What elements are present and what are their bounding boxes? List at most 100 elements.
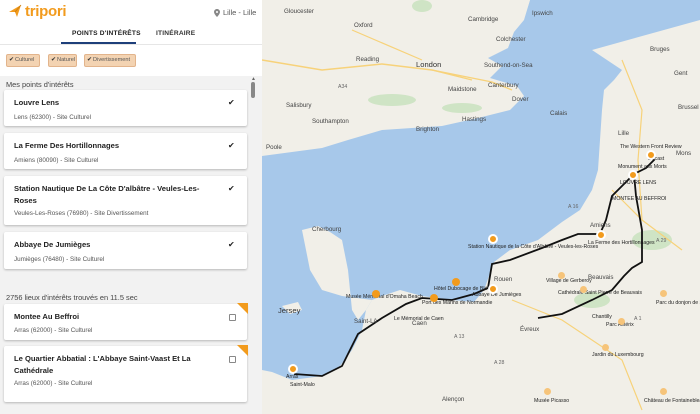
logo[interactable]: tripori [8, 2, 67, 20]
my-poi-card[interactable]: La Ferme Des Hortillonnages Amiens (8009… [4, 133, 247, 169]
poi-checkmark[interactable]: ✔ [228, 184, 235, 193]
map-marker-icon[interactable] [452, 278, 460, 286]
map-road-a16: A 16 [568, 204, 579, 210]
map-poi-station-nautique[interactable]: Station Nautique de la Côte d'Albâtre - … [468, 244, 598, 250]
result-poi-card[interactable]: Le Quartier Abbatial : L'Abbaye Saint-Va… [4, 345, 248, 402]
corner-flag-icon [237, 303, 248, 314]
map-label-cambridge: Cambridge [468, 16, 499, 23]
map-road-a29: A 29 [656, 238, 667, 244]
map-poi-ferme[interactable]: La Ferme des Hortillonnages [588, 240, 655, 246]
my-poi-card[interactable]: Louvre Lens Lens (62300) - Site Culturel… [4, 90, 247, 126]
poi-checkbox[interactable] [229, 314, 236, 321]
map-marker-icon[interactable] [660, 290, 667, 297]
map-poi-picasso[interactable]: Musée Picasso [534, 398, 569, 404]
map-label-maidstone: Maidstone [448, 86, 477, 93]
logo-text: tripori [25, 2, 67, 20]
map-label-colchester: Colchester [496, 36, 526, 43]
corner-flag-icon [237, 345, 248, 356]
map-marker-icon[interactable] [488, 234, 498, 244]
results-summary: 2756 lieux d'intérêts trouvés en 11.5 se… [6, 293, 138, 302]
poi-checkmark[interactable]: ✔ [228, 98, 235, 107]
poi-location: Amiens (80090) - Site Culturel [14, 157, 99, 164]
map-label-southend: Southend-on-Sea [484, 62, 533, 69]
poi-checkbox[interactable] [229, 356, 236, 363]
my-poi-card[interactable]: Station Nautique De La Côte D'albâtre - … [4, 176, 247, 225]
filter-chip-culturel[interactable]: ✔Culturel [6, 54, 40, 67]
scrollbar-thumb[interactable] [251, 82, 255, 98]
top-bar: tripori Lille - Lille POINTS D'INTÉRÊTS … [0, 0, 262, 44]
poi-checkmark[interactable]: ✔ [228, 141, 235, 150]
filter-chip-naturel[interactable]: ✔Naturel [48, 54, 77, 67]
map-pin-icon [214, 8, 220, 17]
map-road-a1: A 1 [634, 316, 642, 322]
map-marker-icon[interactable] [558, 272, 565, 279]
map-marker-icon[interactable] [618, 318, 625, 325]
map-label-lille: Lille [618, 130, 630, 137]
map-marker-icon[interactable] [372, 290, 380, 298]
map-marker-icon[interactable] [602, 344, 609, 351]
filter-label: Culturel [15, 57, 35, 63]
city-selector[interactable]: Lille - Lille [214, 8, 256, 17]
map-label-hastings: Hastings [462, 116, 487, 123]
map-label-calais: Calais [550, 110, 568, 117]
map-poi-beffroi[interactable]: MONTEE AU BEFFROI [612, 196, 666, 202]
map-marker-icon[interactable] [646, 150, 656, 160]
poi-name: Abbaye De Jumièges [14, 240, 91, 249]
map-label-reading: Reading [356, 56, 380, 63]
poi-location: Arras (62000) - Site Culturel [14, 380, 93, 387]
poi-name: Montee Au Beffroi [14, 312, 80, 321]
check-icon: ✔ [87, 57, 93, 63]
map-poi-gerberoy[interactable]: Village de Gerberoy [546, 278, 592, 284]
tab-itineraire[interactable]: ITINÉRAIRE [156, 30, 195, 37]
map-label-saint-lo: Saint-Lô [354, 318, 378, 325]
map-label-oxford: Oxford [354, 22, 373, 29]
map-label-gloucester: Gloucester [284, 8, 314, 15]
map-poi-luxembourg[interactable]: Jardin du Luxembourg [592, 352, 644, 358]
map-marker-icon[interactable] [288, 364, 298, 374]
map-label-gent: Gent [674, 70, 688, 77]
map-label-mons: Mons [676, 150, 692, 157]
map-poi-arras-label[interactable]: Arras [286, 374, 298, 380]
map-road-a34: A34 [338, 84, 348, 90]
poi-name: Louvre Lens [14, 98, 60, 107]
map-marker-icon[interactable] [580, 286, 587, 293]
poi-location: Arras (62000) - Site Culturel [14, 327, 93, 334]
map-label-southampton: Southampton [312, 118, 349, 125]
map-poi-jumieges[interactable]: Abbaye De Jumièges [472, 292, 521, 298]
map-poi-saint-malo[interactable]: Saint-Malo [290, 382, 315, 388]
city-label: Lille - Lille [223, 8, 257, 17]
poi-name: Station Nautique De La Côte D'albâtre - … [14, 184, 200, 205]
map-poi-chantilly[interactable]: Chantilly [592, 314, 612, 320]
check-icon: ✔ [9, 57, 15, 63]
map-poi-fontainebleau[interactable]: Château de Fontainebleau [644, 398, 700, 404]
my-poi-card[interactable]: Abbaye De Jumièges Jumièges (76480) - Si… [4, 232, 247, 269]
map-marker-icon[interactable] [544, 388, 551, 395]
map-poi-memorial-caen[interactable]: Le Mémorial de Caen [394, 316, 444, 322]
filter-bar: ✔Culturel ✔Naturel ✔Divertissement [0, 44, 262, 76]
poi-name: La Ferme Des Hortillonnages [14, 141, 120, 150]
map-marker-icon[interactable] [430, 294, 438, 302]
map-label-london: London [416, 60, 442, 69]
map-label-dover: Dover [512, 96, 529, 103]
map-poi-parc-septmonts[interactable]: Parc du donjon de Septmonts [656, 300, 700, 306]
tab-points-interets[interactable]: POINTS D'INTÉRÊTS [72, 30, 141, 37]
map-poi-louvre-lens[interactable]: LOUVRE LENS [620, 180, 656, 186]
map-poi-omaha[interactable]: Musée Mémorial d'Omaha Beach [346, 294, 423, 300]
map-marker-icon[interactable] [660, 388, 667, 395]
map-label-jersey: Jersey [278, 306, 301, 315]
map-marker-icon[interactable] [628, 170, 638, 180]
poi-checkmark[interactable]: ✔ [228, 240, 235, 249]
map-poi-western-front[interactable]: The Western Front Review [620, 144, 682, 150]
map-marker-icon[interactable] [596, 230, 606, 240]
filter-label: Naturel [57, 57, 76, 63]
map-marker-icon[interactable] [488, 284, 498, 294]
tab-bar: POINTS D'INTÉRÊTS ITINÉRAIRE [0, 26, 262, 44]
filter-chip-divertissement[interactable]: ✔Divertissement [84, 54, 136, 67]
poi-list[interactable]: Mes points d'intérêts ▲ Louvre Lens Lens… [0, 76, 262, 414]
result-poi-card[interactable]: Montee Au Beffroi Arras (62000) - Site C… [4, 303, 248, 340]
map-label-brighton: Brighton [416, 126, 440, 133]
poi-location: Lens (62300) - Site Culturel [14, 114, 92, 121]
map-view[interactable]: Gloucester Oxford Cambridge Ipswich Colc… [262, 0, 700, 414]
map-label-bruges: Bruges [650, 46, 670, 53]
map-label-canterbury: Canterbury [488, 82, 519, 89]
